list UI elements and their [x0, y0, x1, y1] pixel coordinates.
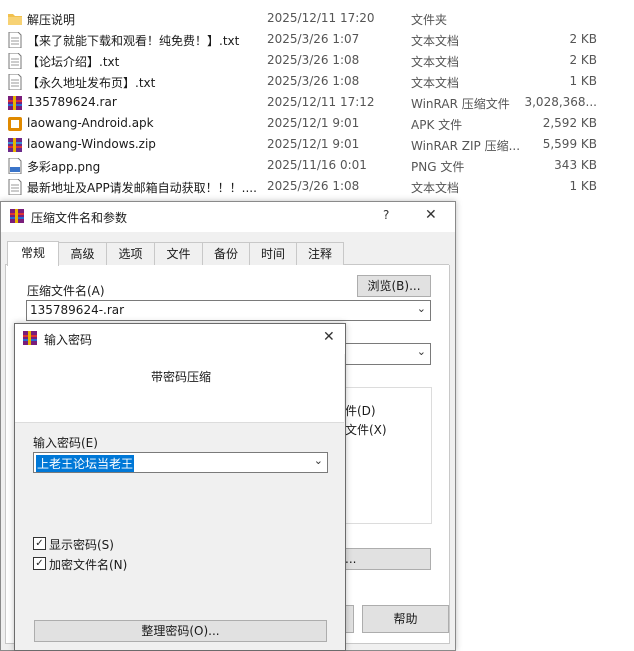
- file-type: 文本文档: [411, 181, 460, 195]
- organize-passwords-button[interactable]: 整理密码(O)...: [34, 620, 327, 642]
- file-name: 多彩app.png: [27, 160, 101, 174]
- file-size: 2,592 KB: [542, 116, 597, 130]
- chevron-down-icon[interactable]: ⌄: [417, 345, 426, 358]
- file-size: 1 KB: [569, 179, 597, 193]
- chevron-down-icon[interactable]: ⌄: [314, 454, 323, 467]
- archive-name-combo[interactable]: 135789624-.rar ⌄: [26, 300, 431, 321]
- password-input[interactable]: 上老王论坛当老王 ⌄: [33, 452, 328, 473]
- file-size: 343 KB: [554, 158, 597, 172]
- file-name: 【来了就能下载和观看！纯免费！】.txt: [27, 34, 240, 48]
- file-date: 2025/12/11 17:20: [267, 11, 375, 25]
- archive-name-label: 压缩文件名(A): [27, 284, 105, 298]
- text-file-icon: [8, 52, 22, 70]
- password-value: 上老王论坛当老王: [36, 455, 135, 472]
- file-row[interactable]: 【永久地址发布页】.txt 2025/3/26 1:08 文本文档 1 KB: [0, 71, 634, 92]
- file-row[interactable]: 解压说明 2025/12/11 17:20 文件夹: [0, 8, 634, 29]
- file-name: laowang-Android.apk: [27, 116, 154, 130]
- file-size: 2 KB: [569, 53, 597, 67]
- file-size: 3,028,368...: [524, 95, 597, 109]
- tab-time[interactable]: 时间: [249, 242, 297, 265]
- file-row[interactable]: laowang-Android.apk 2025/12/1 9:01 APK 文件 2…: [0, 113, 634, 134]
- png-file-icon: [8, 157, 22, 175]
- chevron-down-icon[interactable]: ⌄: [417, 302, 426, 315]
- help-button[interactable]: 帮助: [362, 605, 449, 633]
- text-file-icon: [8, 73, 22, 91]
- file-date: 2025/12/1 9:01: [267, 116, 360, 130]
- file-date: 2025/3/26 1:07: [267, 32, 360, 46]
- file-type: WinRAR 压缩文件: [411, 97, 510, 111]
- file-name: 135789624.rar: [27, 95, 117, 109]
- file-size: 5,599 KB: [542, 137, 597, 151]
- tab-general[interactable]: 常规: [7, 241, 59, 266]
- option-label-partial-1: 件(D): [345, 404, 376, 418]
- tab-options[interactable]: 选项: [106, 242, 155, 265]
- file-name: laowang-Windows.zip: [27, 137, 156, 151]
- password-heading-area: [15, 354, 344, 423]
- winrar-zip-icon: [8, 137, 22, 153]
- encrypt-file-names-label: 加密文件名(N): [49, 558, 128, 572]
- file-type: 文本文档: [411, 34, 460, 48]
- archive-dialog-title: 压缩文件名和参数: [31, 211, 128, 225]
- file-row[interactable]: laowang-Windows.zip 2025/12/1 9:01 WinRAR …: [0, 134, 634, 155]
- tab-advanced[interactable]: 高级: [58, 242, 107, 265]
- archive-name-value: 135789624-.rar: [30, 303, 125, 317]
- help-button-icon[interactable]: ?: [383, 208, 389, 222]
- password-heading: 带密码压缩: [151, 370, 212, 384]
- show-password-label: 显示密码(S): [49, 538, 114, 552]
- text-file-icon: [8, 178, 22, 196]
- tab-comment[interactable]: 注释: [296, 242, 344, 265]
- winrar-icon: [9, 208, 25, 224]
- file-size: 2 KB: [569, 32, 597, 46]
- file-date: 2025/3/26 1:08: [267, 179, 360, 193]
- file-date: 2025/11/16 0:01: [267, 158, 367, 172]
- password-dialog-title: 输入密码: [44, 333, 93, 347]
- file-name: 【论坛介绍】.txt: [27, 55, 120, 69]
- file-date: 2025/3/26 1:08: [267, 74, 360, 88]
- browse-button[interactable]: 浏览(B)...: [357, 275, 431, 297]
- file-type: APK 文件: [411, 118, 463, 132]
- close-icon[interactable]: ✕: [425, 207, 437, 223]
- file-date: 2025/12/1 9:01: [267, 137, 360, 151]
- file-name: 最新地址及APP请发邮箱自动获取！！！....: [27, 181, 257, 195]
- update-mode-combo[interactable]: ⌄: [344, 343, 431, 365]
- password-label: 输入密码(E): [33, 436, 98, 450]
- encrypt-file-names-checkbox[interactable]: ✓: [33, 557, 46, 570]
- close-icon[interactable]: ✕: [323, 329, 335, 345]
- folder-icon: [8, 11, 22, 27]
- file-type: 文本文档: [411, 55, 460, 69]
- file-row[interactable]: 【论坛介绍】.txt 2025/3/26 1:08 文本文档 2 KB: [0, 50, 634, 71]
- file-name: 解压说明: [27, 13, 76, 27]
- apk-icon: [8, 116, 22, 132]
- file-row[interactable]: 【来了就能下载和观看！纯免费！】.txt 2025/3/26 1:07 文本文档 2 …: [0, 29, 634, 50]
- file-row[interactable]: 多彩app.png 2025/11/16 0:01 PNG 文件 343 KB: [0, 155, 634, 176]
- file-name: 【永久地址发布页】.txt: [27, 76, 156, 90]
- partial-button[interactable]: ...: [344, 548, 431, 570]
- text-file-icon: [8, 31, 22, 49]
- winrar-icon: [22, 330, 38, 346]
- option-label-partial-2: 文件(X): [345, 423, 387, 437]
- winrar-icon: [8, 95, 22, 111]
- file-row[interactable]: 最新地址及APP请发邮箱自动获取！！！.... 2025/3/26 1:08 文本文…: [0, 176, 634, 197]
- file-type: WinRAR ZIP 压缩...: [411, 139, 521, 153]
- file-row[interactable]: 135789624.rar 2025/12/11 17:12 WinRAR 压缩文件…: [0, 92, 634, 113]
- file-date: 2025/3/26 1:08: [267, 53, 360, 67]
- tab-backup[interactable]: 备份: [202, 242, 250, 265]
- file-date: 2025/12/11 17:12: [267, 95, 375, 109]
- file-type: 文本文档: [411, 76, 460, 90]
- file-type: PNG 文件: [411, 160, 465, 174]
- show-password-checkbox[interactable]: ✓: [33, 537, 46, 550]
- tab-files[interactable]: 文件: [154, 242, 203, 265]
- file-type: 文件夹: [411, 13, 448, 27]
- file-size: 1 KB: [569, 74, 597, 88]
